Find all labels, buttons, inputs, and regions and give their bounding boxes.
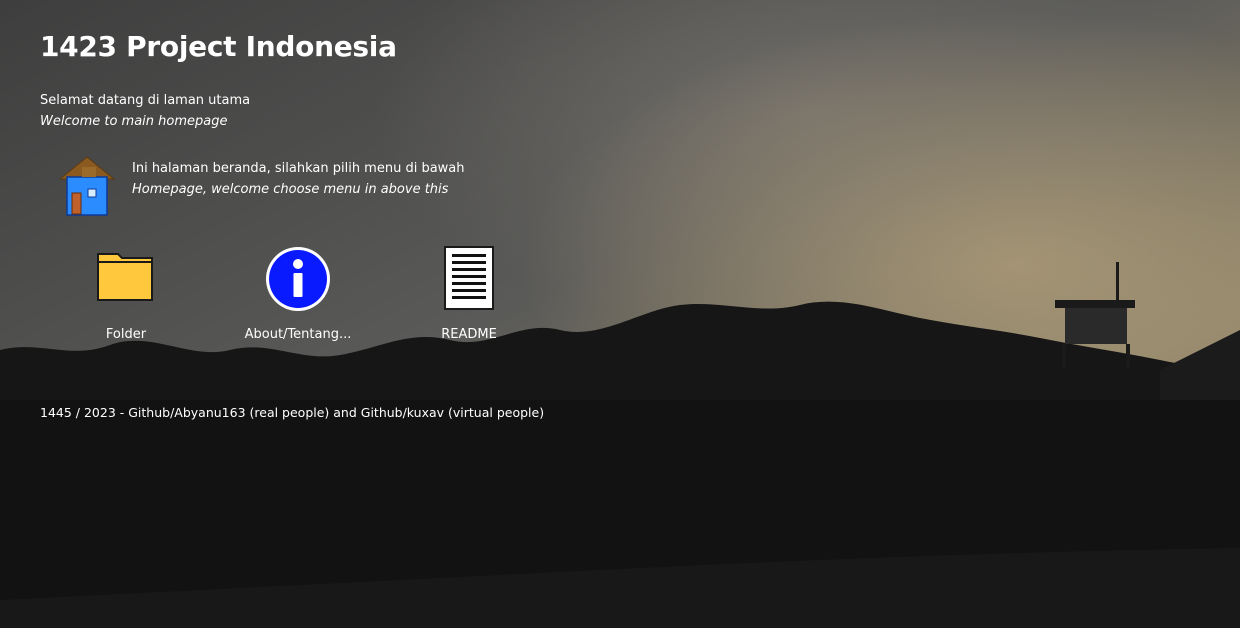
folder-label: Folder	[105, 327, 147, 342]
page-title: 1423 Project Indonesia	[40, 30, 397, 63]
welcome-text-indonesian: Selamat datang di laman utama	[40, 93, 251, 108]
intro-text-english: Homepage, welcome choose menu in above t…	[132, 182, 449, 197]
readme-label: README	[441, 327, 497, 342]
home-icon	[58, 156, 116, 216]
about-menu-item[interactable]: About/Tentang...	[228, 246, 368, 350]
document-icon	[444, 246, 494, 310]
intro-text: Ini halaman beranda, silahkan pilih menu…	[132, 158, 465, 200]
about-label: About/Tentang...	[244, 327, 352, 342]
welcome-message: Selamat datang di laman utama Welcome to…	[40, 90, 250, 132]
readme-menu-item[interactable]: README	[399, 246, 539, 350]
folder-menu-item[interactable]: Folder	[56, 246, 196, 350]
intro-section: Ini halaman beranda, silahkan pilih menu…	[56, 155, 516, 219]
homepage-content: 1423 Project Indonesia Selamat datang di…	[0, 0, 1240, 628]
welcome-text-english: Welcome to main homepage	[40, 114, 228, 129]
info-icon	[266, 247, 330, 311]
folder-icon	[97, 253, 153, 301]
intro-text-indonesian: Ini halaman beranda, silahkan pilih menu…	[132, 161, 465, 176]
footer-credits: 1445 / 2023 - Github/Abyanu163 (real peo…	[40, 405, 545, 420]
